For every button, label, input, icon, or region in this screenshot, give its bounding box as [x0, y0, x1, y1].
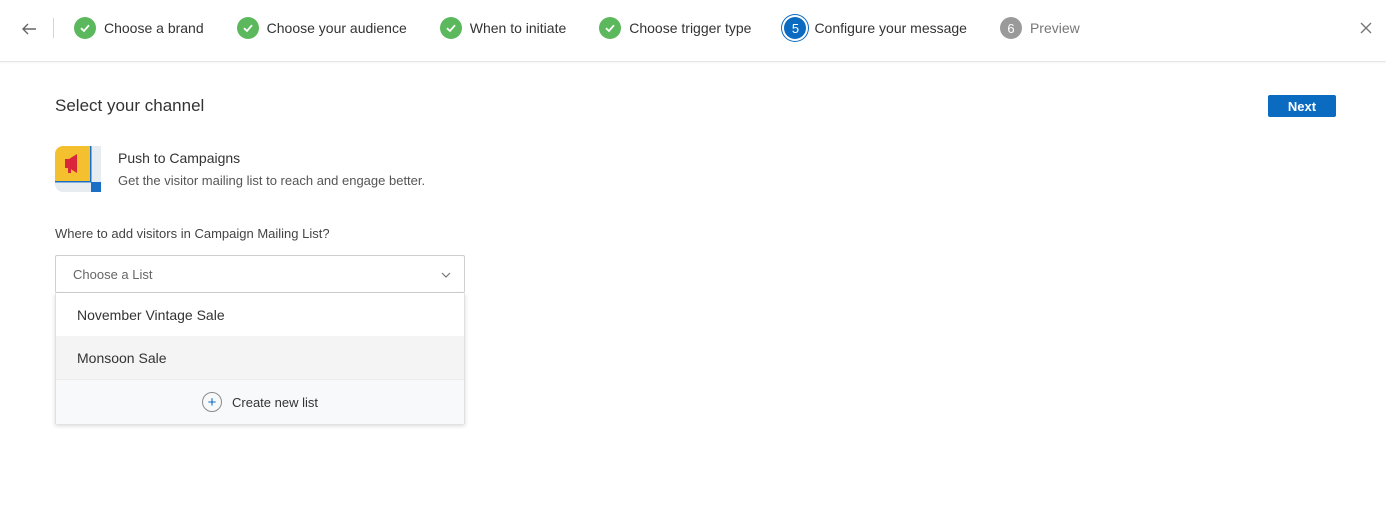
step-label: Preview — [1029, 20, 1080, 36]
channel-description: Get the visitor mailing list to reach an… — [118, 173, 426, 188]
close-button[interactable] — [1354, 16, 1378, 40]
mailing-list-dropdown: November Vintage Sale Monsoon Sale + Cre… — [55, 293, 465, 424]
list-option-november-vintage-sale[interactable]: November Vintage Sale — [56, 293, 464, 336]
back-button[interactable] — [17, 17, 41, 41]
campaigns-logo — [55, 146, 101, 192]
check-icon — [236, 17, 259, 39]
check-icon — [74, 17, 96, 39]
arrow-left-icon — [22, 23, 36, 35]
step-label: Choose your audience — [266, 20, 407, 36]
step-configure-message[interactable]: 5 Configure your message — [784, 17, 967, 39]
create-new-list-button[interactable]: + Create new list — [56, 379, 464, 424]
plus-icon: + — [202, 392, 222, 412]
step-number: 6 — [999, 17, 1022, 39]
channel-title: Push to Campaigns — [118, 150, 241, 166]
header-divider — [53, 18, 54, 38]
wizard-steps: Choose a brand Choose your audience When… — [74, 0, 1113, 56]
page-title: Select your channel — [55, 96, 205, 115]
select-placeholder: Choose a List — [73, 266, 153, 282]
step-number: 5 — [784, 17, 807, 39]
check-icon — [599, 17, 622, 39]
mailing-list-select[interactable]: Choose a List — [55, 255, 465, 293]
step-label: Choose a brand — [104, 20, 204, 36]
step-label: Choose trigger type — [629, 20, 752, 36]
list-option-monsoon-sale[interactable]: Monsoon Sale — [56, 336, 464, 379]
step-preview[interactable]: 6 Preview — [999, 17, 1080, 39]
next-button[interactable]: Next — [1268, 95, 1336, 117]
check-icon — [439, 17, 462, 39]
chevron-down-icon — [441, 272, 451, 278]
close-icon — [1360, 22, 1372, 34]
megaphone-icon — [55, 146, 101, 192]
create-new-list-label: Create new list — [232, 394, 318, 410]
step-choose-audience[interactable]: Choose your audience — [236, 17, 407, 39]
step-choose-trigger-type[interactable]: Choose trigger type — [599, 17, 751, 39]
step-choose-brand[interactable]: Choose a brand — [74, 17, 204, 39]
step-label: When to initiate — [469, 20, 567, 36]
wizard-header: Choose a brand Choose your audience When… — [0, 0, 1386, 62]
mailing-list-label: Where to add visitors in Campaign Mailin… — [55, 226, 330, 241]
step-when-to-initiate[interactable]: When to initiate — [439, 17, 567, 39]
step-label: Configure your message — [814, 20, 967, 36]
